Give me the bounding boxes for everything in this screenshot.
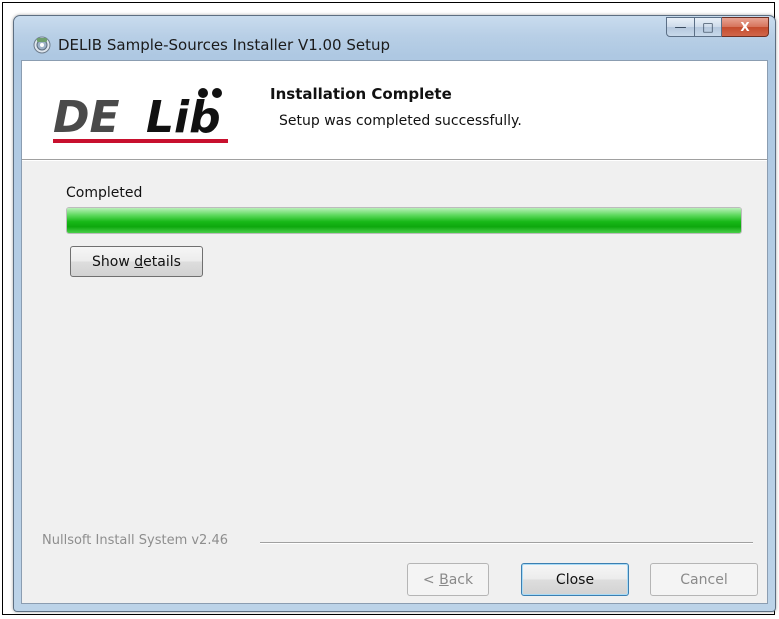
close-icon: X bbox=[740, 20, 750, 34]
maximize-button[interactable]: □ bbox=[695, 17, 722, 37]
page-title: Installation Complete bbox=[270, 85, 452, 103]
close-window-button[interactable]: X bbox=[722, 17, 769, 37]
show-details-label: Show details bbox=[92, 253, 181, 270]
minimize-button[interactable]: — bbox=[666, 17, 695, 37]
screenshot-frame: DELIB Sample-Sources Installer V1.00 Set… bbox=[2, 2, 776, 615]
header-panel: DE Lib Installation Complete Setup was c… bbox=[22, 61, 767, 160]
cancel-label: Cancel bbox=[680, 571, 728, 588]
minimize-icon: — bbox=[674, 20, 687, 34]
dialog-client-area: DE Lib Installation Complete Setup was c… bbox=[21, 60, 768, 604]
progress-fill bbox=[67, 208, 741, 233]
window-title: DELIB Sample-Sources Installer V1.00 Set… bbox=[58, 36, 391, 54]
logo-lib-text: Lib bbox=[146, 92, 221, 143]
caption-buttons: — □ X bbox=[666, 17, 769, 39]
close-button[interactable]: Close bbox=[521, 563, 629, 596]
back-label: < Back bbox=[422, 571, 474, 588]
nsis-brand-label: Nullsoft Install System v2.46 bbox=[42, 533, 229, 548]
logo-de-text: DE bbox=[53, 92, 120, 143]
footer-divider bbox=[260, 542, 753, 544]
delib-logo: DE Lib bbox=[53, 88, 228, 143]
status-label: Completed bbox=[66, 185, 143, 201]
title-bar[interactable]: DELIB Sample-Sources Installer V1.00 Set… bbox=[14, 16, 775, 60]
installer-app-icon bbox=[33, 36, 51, 54]
cancel-button[interactable]: Cancel bbox=[650, 563, 758, 596]
show-details-button[interactable]: Show details bbox=[70, 246, 203, 277]
progress-bar bbox=[66, 207, 742, 234]
close-label: Close bbox=[555, 571, 595, 588]
maximize-icon: □ bbox=[702, 20, 714, 34]
page-subtitle: Setup was completed successfully. bbox=[279, 113, 522, 129]
back-button[interactable]: < Back bbox=[407, 563, 489, 596]
installer-window: DELIB Sample-Sources Installer V1.00 Set… bbox=[13, 15, 776, 612]
